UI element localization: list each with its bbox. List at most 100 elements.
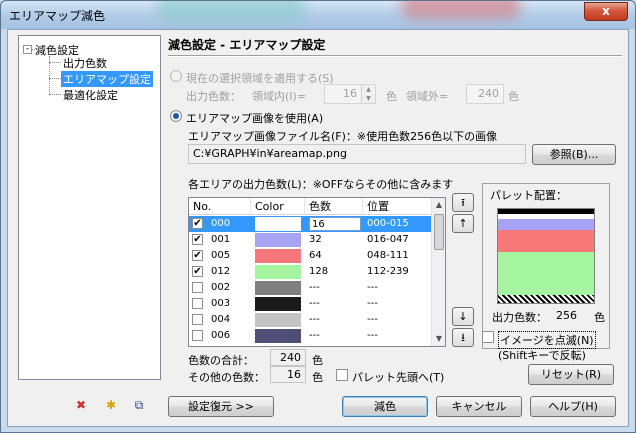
row-checkbox[interactable] — [192, 298, 203, 309]
delete-icon[interactable]: ✖ — [70, 395, 92, 415]
section-divider — [168, 55, 622, 57]
row-position: --- — [367, 298, 378, 309]
row-checkbox[interactable] — [192, 330, 203, 341]
browse-button[interactable]: 参照(B)... — [532, 144, 616, 165]
other-colors-value: 16 — [270, 366, 306, 383]
list-row[interactable]: 006 --- --- — [189, 328, 433, 344]
dialog-window: エリアマップ減色 x - 減色設定 出力色数 エリアマップ設定 最適化設定 ✖ … — [0, 0, 636, 433]
use-areamap-radio[interactable] — [170, 110, 182, 122]
inside-area-spinner[interactable]: ▲ ▼ — [361, 85, 375, 103]
column-color[interactable]: Color — [251, 198, 305, 215]
tree-node-optimization[interactable]: 最適化設定 — [63, 87, 118, 103]
reset-button[interactable]: リセット(R) — [528, 364, 614, 385]
tree-node-output-colors[interactable]: 出力色数 — [63, 55, 107, 71]
copy-icon[interactable]: ⧉ — [128, 395, 150, 415]
move-bottom-button[interactable]: ⭳ — [452, 328, 474, 347]
row-position: 112-239 — [367, 266, 409, 277]
row-color-swatch — [255, 233, 301, 247]
row-color-swatch — [255, 297, 301, 311]
window-title: エリアマップ減色 — [9, 9, 106, 23]
row-checkbox[interactable] — [192, 282, 203, 293]
row-color-swatch — [255, 249, 301, 263]
list-row[interactable]: 003 --- --- — [189, 296, 433, 312]
tree-line — [49, 78, 61, 79]
row-color-count: --- — [309, 298, 320, 309]
cancel-button[interactable]: キャンセル — [436, 396, 522, 417]
list-row[interactable]: ✔ 001 32 016-047 — [189, 232, 433, 248]
outside-unit: 色 — [508, 90, 519, 103]
tree-node-areamap-settings[interactable]: エリアマップ設定 — [61, 71, 153, 87]
palette-output-value: 256 — [556, 309, 577, 322]
use-selection-radio[interactable] — [170, 70, 182, 82]
list-header: No. Color 色数 位置 — [189, 198, 433, 215]
row-color-count[interactable]: 16 — [309, 217, 361, 231]
row-checkbox[interactable]: ✔ — [192, 250, 203, 261]
move-up-button[interactable]: ↑ — [452, 214, 474, 233]
outside-area-label: 領域外= — [406, 90, 449, 103]
tree-expander-icon[interactable]: - — [23, 45, 32, 54]
row-position: 048-111 — [367, 250, 409, 261]
total-colors-value: 240 — [270, 349, 306, 366]
inside-area-input[interactable]: 16 ▲ ▼ — [324, 84, 376, 104]
row-color-count: --- — [309, 314, 320, 325]
column-no[interactable]: No. — [189, 198, 251, 215]
column-count[interactable]: 色数 — [305, 198, 363, 215]
palette-output-label: 出力色数： — [492, 311, 547, 324]
palette-head-label: パレット先頭へ(T) — [352, 371, 445, 384]
blink-hint: (Shiftキーで反転) — [498, 349, 586, 362]
row-color-swatch — [255, 265, 301, 279]
blink-image-checkbox[interactable] — [482, 331, 494, 343]
palette-title: パレット配置： — [490, 189, 567, 202]
list-row[interactable]: ✔ 005 64 048-111 — [189, 248, 433, 264]
row-checkbox[interactable]: ✔ — [192, 218, 203, 229]
row-color-count: 64 — [309, 250, 322, 261]
total-colors-unit: 色 — [312, 354, 323, 367]
reduce-button[interactable]: 減色 — [342, 396, 428, 417]
help-button[interactable]: ヘルプ(H) — [530, 396, 616, 417]
list-row[interactable]: ✔ 012 128 112-239 — [189, 264, 433, 280]
inside-area-label: 領域内(I)= — [252, 90, 307, 103]
restore-settings-button[interactable]: 設定復元 >> — [168, 396, 274, 417]
row-color-count: 128 — [309, 266, 329, 277]
close-icon: x — [602, 4, 610, 18]
row-number: 002 — [211, 282, 231, 293]
column-position[interactable]: 位置 — [363, 198, 433, 215]
row-number: 004 — [211, 314, 231, 325]
tree-line — [49, 94, 61, 95]
row-checkbox[interactable]: ✔ — [192, 234, 203, 245]
row-checkbox[interactable] — [192, 314, 203, 325]
output-colors-label: 出力色数： — [186, 90, 241, 103]
palette-band — [498, 230, 594, 252]
list-row[interactable]: 004 --- --- — [189, 312, 433, 328]
palette-band — [498, 219, 594, 230]
settings-tree[interactable]: - 減色設定 出力色数 エリアマップ設定 最適化設定 — [18, 35, 161, 380]
areamap-file-label: エリアマップ画像ファイル名(F)：※使用色数256色以下の画像 — [188, 130, 498, 143]
area-colors-caption: 各エリアの出力色数(L)：※OFFならその他に含みます — [188, 178, 454, 191]
palette-head-checkbox[interactable] — [336, 369, 348, 381]
new-item-icon[interactable]: ✱ — [100, 395, 122, 415]
row-color-swatch — [255, 217, 301, 231]
list-row[interactable]: ✔ 000 16 000-015 — [189, 216, 433, 232]
row-position: --- — [367, 282, 378, 293]
other-colors-unit: 色 — [312, 371, 323, 384]
palette-preview — [497, 208, 595, 304]
row-checkbox[interactable]: ✔ — [192, 266, 203, 277]
section-title: 減色設定 - エリアマップ設定 — [168, 38, 326, 52]
titlebar-decoration — [156, 1, 306, 21]
title-bar[interactable]: エリアマップ減色 x — [1, 1, 635, 29]
areamap-file-path[interactable]: C:¥GRAPH¥in¥areamap.png — [188, 144, 526, 164]
scroll-up-icon[interactable]: ▲ — [432, 198, 445, 212]
scroll-thumb[interactable] — [434, 214, 444, 250]
scroll-down-icon[interactable]: ▼ — [432, 332, 445, 346]
list-row[interactable]: 002 --- --- — [189, 280, 433, 296]
move-top-button[interactable]: ⭱ — [452, 193, 474, 212]
dialog-client-area: - 減色設定 出力色数 エリアマップ設定 最適化設定 ✖ ✱ ⧉ 減色設定 - … — [7, 29, 629, 427]
total-colors-label: 色数の合計： — [188, 354, 254, 367]
area-colors-list[interactable]: No. Color 色数 位置 ✔ 000 16 000-015 ✔ 001 32 016-0… — [188, 197, 446, 347]
row-color-swatch — [255, 329, 301, 343]
other-colors-label: その他の色数： — [188, 371, 265, 384]
move-down-button[interactable]: ↓ — [452, 307, 474, 326]
list-scrollbar[interactable]: ▲ ▼ — [431, 198, 445, 346]
close-button[interactable]: x — [584, 2, 628, 21]
row-number: 003 — [211, 298, 231, 309]
